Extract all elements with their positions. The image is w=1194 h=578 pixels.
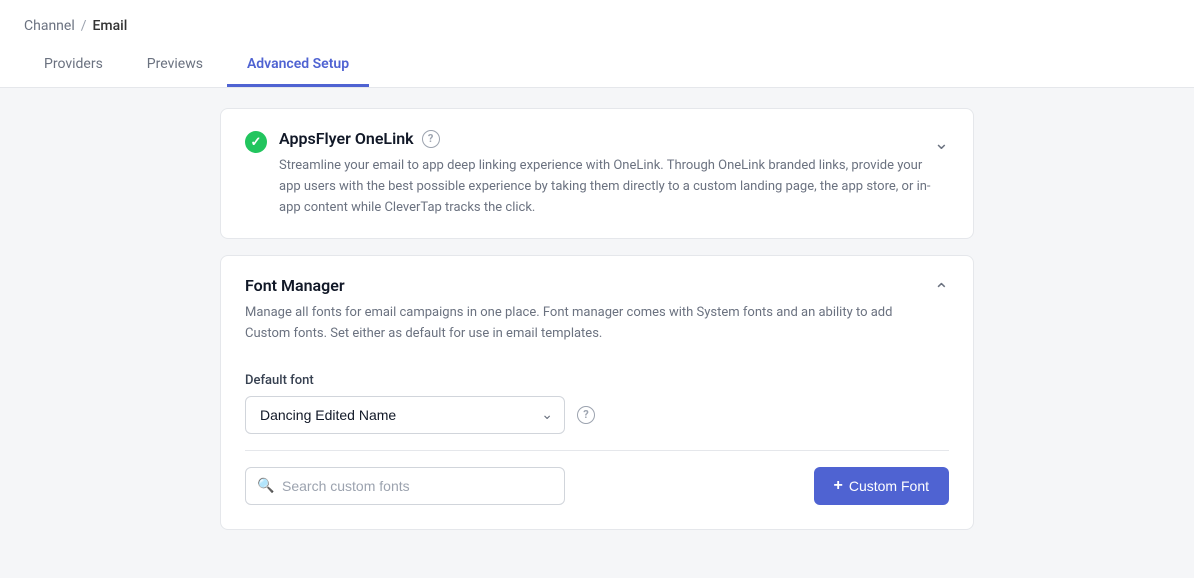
main-content: AppsFlyer OneLink ? Streamline your emai… bbox=[0, 88, 1194, 568]
appsflyer-title: AppsFlyer OneLink bbox=[279, 129, 414, 148]
appsflyer-description: Streamline your email to app deep linkin… bbox=[279, 156, 934, 218]
appsflyer-help-icon[interactable]: ? bbox=[422, 130, 440, 148]
tab-advanced-setup[interactable]: Advanced Setup bbox=[227, 44, 369, 87]
appsflyer-section-card: AppsFlyer OneLink ? Streamline your emai… bbox=[220, 108, 974, 239]
appsflyer-section-header[interactable]: AppsFlyer OneLink ? Streamline your emai… bbox=[221, 109, 973, 238]
plus-icon: + bbox=[834, 477, 843, 495]
default-font-label: Default font bbox=[245, 373, 949, 388]
appsflyer-chevron-icon[interactable]: ⌄ bbox=[934, 133, 949, 154]
top-bar: Channel / Email Providers Previews Advan… bbox=[0, 0, 1194, 88]
font-select-wrapper: Dancing Edited Name ⌄ bbox=[245, 396, 565, 434]
tab-previews[interactable]: Previews bbox=[127, 44, 223, 87]
search-icon: 🔍 bbox=[257, 478, 274, 494]
add-custom-font-button[interactable]: + Custom Font bbox=[814, 467, 949, 505]
search-wrapper: 🔍 bbox=[245, 467, 565, 505]
font-manager-title: Font Manager bbox=[245, 276, 934, 295]
tabs-bar: Providers Previews Advanced Setup bbox=[24, 44, 1170, 87]
appsflyer-check-icon bbox=[245, 131, 267, 153]
divider bbox=[245, 450, 949, 451]
font-manager-chevron-icon[interactable]: ⌃ bbox=[934, 280, 949, 301]
breadcrumb-email: Email bbox=[93, 18, 128, 34]
tab-providers[interactable]: Providers bbox=[24, 44, 123, 87]
font-select[interactable]: Dancing Edited Name bbox=[245, 396, 565, 434]
font-manager-section-card: Font Manager Manage all fonts for email … bbox=[220, 255, 974, 530]
search-custom-fonts-input[interactable] bbox=[245, 467, 565, 505]
breadcrumb-channel[interactable]: Channel bbox=[24, 18, 75, 34]
breadcrumb-separator: / bbox=[81, 18, 87, 34]
font-manager-body: Default font Dancing Edited Name ⌄ ? 🔍 + bbox=[221, 365, 973, 529]
font-help-icon[interactable]: ? bbox=[577, 406, 595, 424]
font-manager-header[interactable]: Font Manager Manage all fonts for email … bbox=[221, 256, 973, 365]
breadcrumb: Channel / Email bbox=[24, 0, 1170, 34]
font-manager-description: Manage all fonts for email campaigns in … bbox=[245, 303, 934, 345]
add-font-label: Custom Font bbox=[849, 478, 929, 494]
